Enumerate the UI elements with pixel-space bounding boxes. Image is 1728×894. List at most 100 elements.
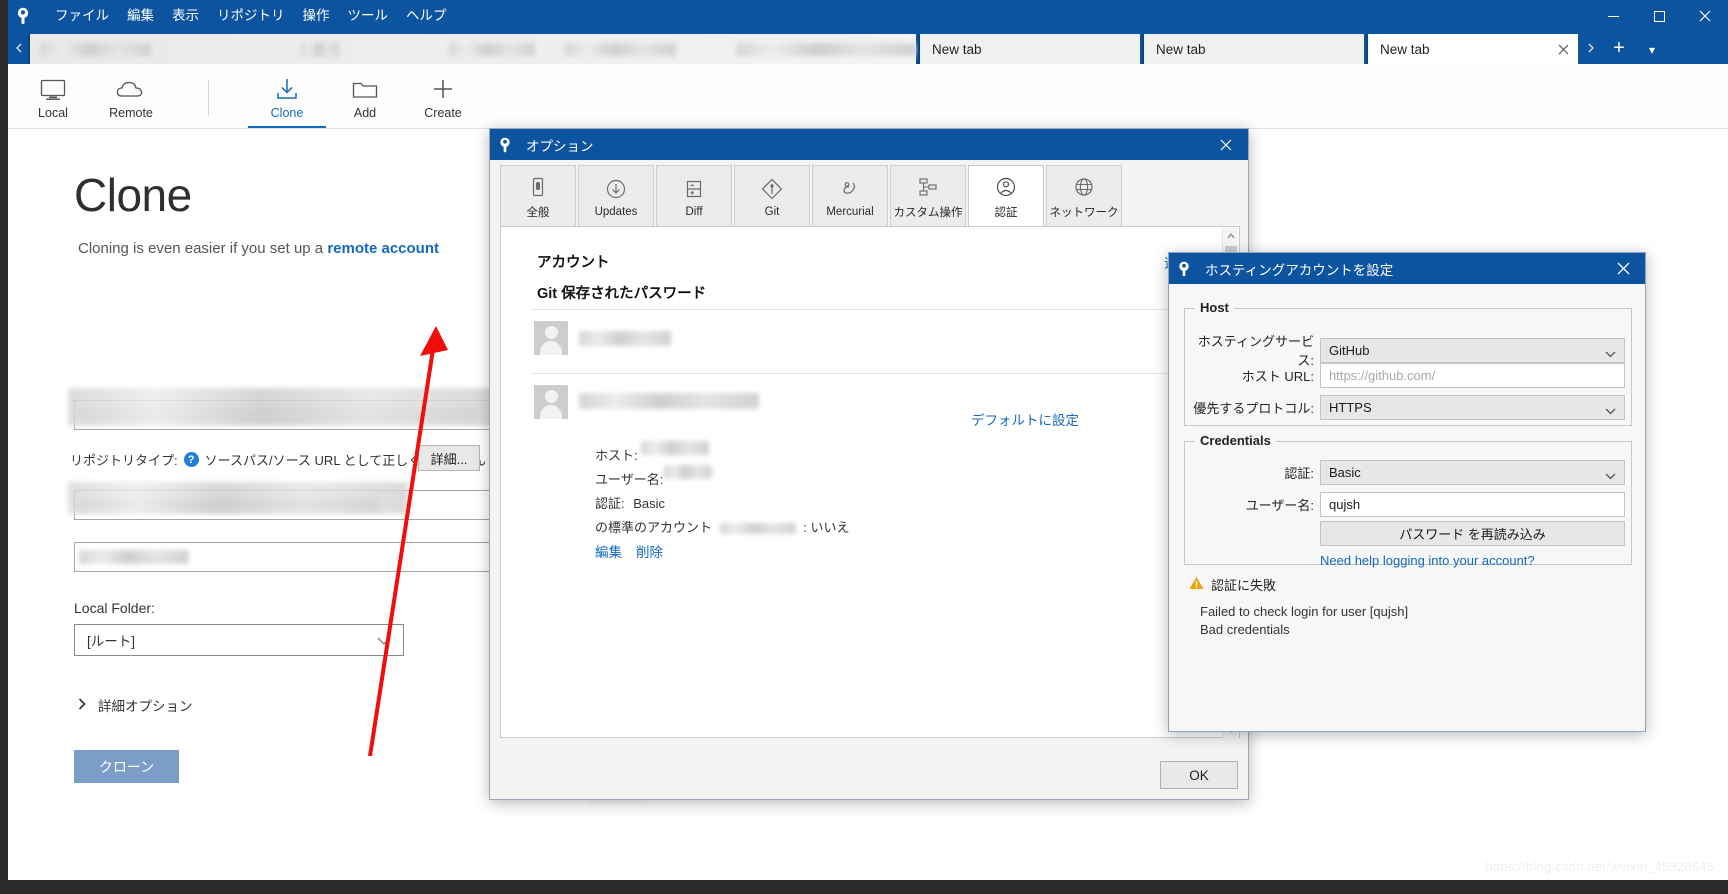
menu-view[interactable]: 表示 bbox=[163, 3, 208, 29]
credentials-auth-value: Basic bbox=[1329, 465, 1361, 480]
tab-list-dropdown-icon[interactable]: ▾ bbox=[1642, 40, 1662, 60]
main-toolbar: Local Remote Clone Add Create bbox=[8, 64, 1728, 129]
toolbar-clone[interactable]: Clone bbox=[248, 70, 326, 126]
hosting-close-button[interactable] bbox=[1601, 253, 1645, 284]
credentials-auth-label: 認証: bbox=[1284, 466, 1314, 481]
options-titlebar: オプション bbox=[490, 129, 1248, 160]
tab-updates[interactable]: Updates bbox=[578, 165, 654, 227]
monitor-icon bbox=[39, 70, 67, 102]
account-host-row: ホスト: bbox=[595, 445, 638, 464]
tab-label: Diff bbox=[685, 206, 703, 218]
chevron-down-icon bbox=[377, 634, 391, 649]
general-icon bbox=[527, 173, 549, 201]
tab-git[interactable]: Git bbox=[734, 165, 810, 227]
menu-file[interactable]: ファイル bbox=[46, 3, 118, 29]
tab-scroll-left-icon[interactable] bbox=[12, 38, 26, 58]
tab-scroll-right-icon[interactable] bbox=[1584, 38, 1598, 58]
cloud-icon bbox=[115, 70, 147, 102]
detail-button[interactable]: 詳細... bbox=[418, 445, 480, 471]
host-url-input[interactable]: https://github.com/ bbox=[1320, 363, 1625, 388]
tab-item-new-tab-1[interactable]: New tab bbox=[918, 34, 1140, 64]
advanced-options-toggle[interactable]: 詳細オプション bbox=[78, 695, 193, 715]
close-button[interactable] bbox=[1682, 0, 1728, 32]
toolbar-label: Add bbox=[353, 106, 377, 120]
sourcetree-window: ファイル 編集 表示 リポジトリ 操作 ツール ヘルプ New tab New … bbox=[8, 0, 1728, 880]
host-group-legend: Host bbox=[1195, 300, 1234, 315]
auth-failure-line2: Bad credentials bbox=[1200, 622, 1290, 637]
hosting-service-select[interactable]: GitHub bbox=[1320, 337, 1625, 363]
options-content-panel: アカウント 追加 Git 保存されたパスワード ホスト: bbox=[500, 226, 1240, 738]
name-input[interactable] bbox=[74, 542, 494, 572]
tab-item-new-tab-2[interactable]: New tab bbox=[1142, 34, 1364, 64]
host-url-label: ホスト URL: bbox=[1241, 369, 1314, 384]
toolbar-add[interactable]: Add bbox=[326, 70, 404, 126]
remote-account-link[interactable]: remote account bbox=[327, 240, 439, 257]
account-row[interactable] bbox=[501, 311, 1211, 371]
advanced-options-label: 詳細オプション bbox=[98, 699, 193, 714]
host-value-redaction bbox=[641, 441, 709, 455]
preferred-protocol-select[interactable]: HTTPS bbox=[1320, 395, 1625, 420]
options-dialog-title: オプション bbox=[526, 138, 594, 154]
plus-icon bbox=[430, 70, 456, 102]
folder-icon bbox=[351, 70, 379, 102]
git-diamond-icon bbox=[760, 175, 784, 203]
refresh-password-button[interactable]: パスワード を再読み込み bbox=[1320, 521, 1625, 546]
local-folder-select[interactable]: [ルート] bbox=[74, 624, 404, 656]
tab-network[interactable]: ネットワーク bbox=[1046, 165, 1122, 227]
divider bbox=[531, 309, 1191, 310]
preferred-protocol-value: HTTPS bbox=[1329, 400, 1372, 415]
options-dialog: オプション 全般 Updates Diff Git Mercurial カスタム… bbox=[489, 128, 1249, 800]
sourcetree-logo-icon bbox=[8, 0, 38, 32]
username-label: ユーザー名: bbox=[595, 472, 664, 487]
custom-actions-icon bbox=[917, 173, 939, 201]
account-username-row: ユーザー名: bbox=[595, 469, 663, 488]
delete-account-link[interactable]: 削除 bbox=[636, 541, 663, 561]
tab-label: New tab bbox=[932, 41, 982, 57]
edit-account-link[interactable]: 編集 bbox=[595, 541, 622, 561]
globe-icon bbox=[1073, 173, 1095, 201]
account-help-link[interactable]: Need help logging into your account? bbox=[1320, 553, 1535, 568]
tab-mercurial[interactable]: Mercurial bbox=[812, 165, 888, 227]
scroll-up-icon[interactable] bbox=[1223, 228, 1239, 244]
menu-help[interactable]: ヘルプ bbox=[397, 3, 456, 29]
warning-icon bbox=[1189, 576, 1204, 593]
tab-general[interactable]: 全般 bbox=[500, 165, 576, 227]
tab-item-new-tab-3[interactable]: New tab bbox=[1366, 34, 1578, 64]
toolbar-local[interactable]: Local bbox=[14, 70, 92, 126]
tab-custom-actions[interactable]: カスタム操作 bbox=[890, 165, 966, 227]
toolbar-create[interactable]: Create bbox=[404, 70, 482, 126]
menu-edit[interactable]: 編集 bbox=[118, 3, 163, 29]
options-ok-button[interactable]: OK bbox=[1160, 761, 1238, 789]
tab-label: Git bbox=[764, 206, 780, 218]
new-tab-button[interactable]: + bbox=[1608, 38, 1630, 58]
auth-value: Basic bbox=[633, 496, 666, 511]
menu-tools[interactable]: ツール bbox=[339, 3, 398, 29]
minimize-button[interactable] bbox=[1590, 0, 1636, 32]
help-icon[interactable]: ? bbox=[183, 452, 199, 467]
hosting-dialog-title: ホスティングアカウントを設定 bbox=[1205, 262, 1394, 278]
credentials-auth-select[interactable]: Basic bbox=[1320, 460, 1625, 485]
set-default-link[interactable]: デフォルトに設定 bbox=[971, 409, 1079, 429]
tab-diff[interactable]: Diff bbox=[656, 165, 732, 227]
account-row[interactable]: ホスト: ユーザー名: 認証: Basic の標準のアカウント : いいえ bbox=[501, 375, 1211, 615]
toolbar-remote[interactable]: Remote bbox=[92, 70, 170, 126]
tab-authentication[interactable]: 認証 bbox=[968, 165, 1044, 227]
hosting-logo-icon bbox=[1169, 253, 1199, 285]
credentials-group-legend: Credentials bbox=[1195, 433, 1276, 448]
options-logo-icon bbox=[490, 129, 520, 161]
clone-button[interactable]: クローン bbox=[74, 750, 179, 783]
menu-actions[interactable]: 操作 bbox=[294, 3, 339, 29]
options-close-button[interactable] bbox=[1204, 129, 1248, 160]
hosting-service-value: GitHub bbox=[1329, 342, 1370, 358]
toolbar-active-underline bbox=[248, 126, 326, 128]
tab-close-icon[interactable] bbox=[1556, 42, 1570, 56]
credentials-auth-row: 認証: Basic bbox=[1189, 460, 1629, 485]
credentials-username-input[interactable]: qujsh bbox=[1320, 492, 1625, 517]
person-circle-icon bbox=[995, 173, 1017, 201]
menu-repository[interactable]: リポジトリ bbox=[208, 3, 294, 29]
tab-item-redacted[interactable] bbox=[28, 34, 917, 64]
auth-failure-message: Failed to check login for user [qujsh] B… bbox=[1200, 603, 1408, 639]
maximize-button[interactable] bbox=[1636, 0, 1682, 32]
source-url-redaction bbox=[68, 388, 498, 426]
host-label: ホスト: bbox=[595, 448, 638, 463]
